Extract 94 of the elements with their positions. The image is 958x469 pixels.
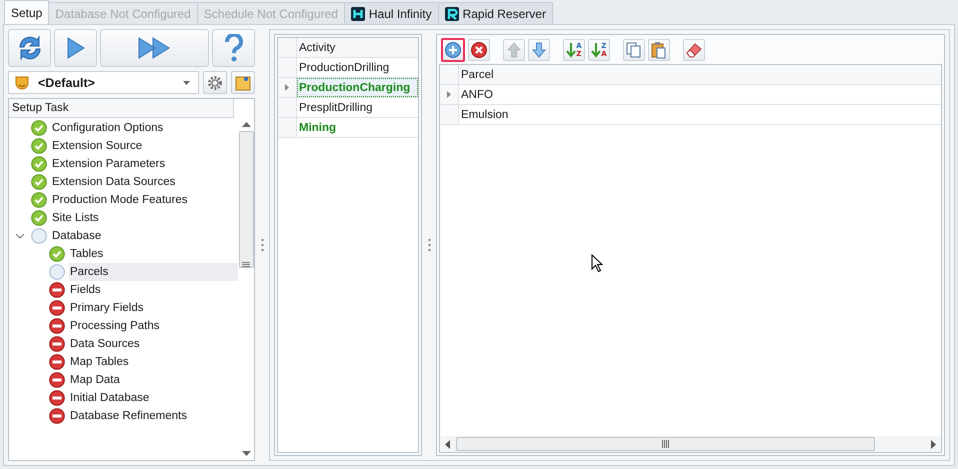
- table-cell[interactable]: Emulsion: [459, 105, 941, 124]
- tree-item[interactable]: Production Mode Features: [9, 191, 238, 209]
- checkmark-icon: [31, 138, 47, 154]
- play-icon: [66, 37, 84, 59]
- profile-dropdown[interactable]: <Default>: [8, 71, 199, 94]
- tab[interactable]: Haul Infinity: [344, 2, 439, 24]
- no-entry-icon: [49, 354, 65, 370]
- eraser-icon: [685, 40, 703, 58]
- tab[interactable]: Setup: [4, 0, 50, 24]
- table-cell[interactable]: PresplitDrilling: [297, 98, 418, 117]
- down-arrow-icon: [566, 40, 576, 58]
- tree-item[interactable]: Initial Database: [9, 389, 238, 407]
- checkmark-icon: [31, 192, 47, 208]
- table-cell[interactable]: ANFO: [459, 85, 941, 104]
- row-pointer-icon: [285, 84, 289, 91]
- row-pointer-icon: [447, 91, 451, 98]
- mask-icon: [14, 74, 30, 90]
- scroll-left-icon[interactable]: [445, 440, 450, 448]
- no-entry-icon: [49, 318, 65, 334]
- note-button[interactable]: [231, 71, 255, 94]
- down-arrow-icon: [591, 40, 602, 58]
- scroll-thumb[interactable]: [238, 131, 254, 268]
- tree-item[interactable]: Tables: [9, 245, 238, 263]
- checkmark-icon: [31, 120, 47, 136]
- help-icon: [224, 34, 244, 62]
- no-entry-icon: [49, 372, 65, 388]
- fast-forward-icon: [138, 37, 172, 59]
- app-logo-icon: [350, 6, 365, 20]
- table-cell[interactable]: Mining: [297, 118, 418, 137]
- horizontal-scrollbar[interactable]: [440, 436, 941, 452]
- checkmark-icon: [31, 174, 47, 190]
- no-entry-icon: [49, 390, 65, 406]
- paste-icon: [650, 40, 668, 58]
- column-header: Parcel: [460, 68, 495, 82]
- fast-forward-button[interactable]: [100, 29, 209, 67]
- plus-icon: [444, 40, 462, 58]
- checkmark-icon: [49, 246, 65, 262]
- tree-item[interactable]: Fields: [9, 281, 238, 299]
- row-indicator[interactable]: [440, 85, 459, 104]
- eraser-button[interactable]: [683, 38, 705, 60]
- no-entry-icon: [49, 408, 65, 424]
- scroll-right-icon[interactable]: [931, 440, 936, 448]
- table-cell[interactable]: ProductionCharging: [297, 78, 418, 97]
- tree-item[interactable]: Primary Fields: [9, 299, 238, 317]
- tree-item[interactable]: Extension Data Sources: [9, 173, 238, 191]
- play-button[interactable]: [54, 29, 97, 67]
- splitter-grip-icon[interactable]: [260, 239, 264, 251]
- app-logo-icon: [444, 6, 459, 20]
- refresh-button[interactable]: [8, 29, 51, 67]
- grip-icon: [662, 440, 670, 448]
- copy-button[interactable]: [623, 38, 645, 60]
- tree-item[interactable]: Processing Paths: [9, 317, 238, 335]
- note-icon: [235, 74, 251, 90]
- table-cell[interactable]: ProductionDrilling: [297, 58, 418, 77]
- settings-button[interactable]: [203, 71, 227, 94]
- row-indicator[interactable]: [278, 78, 297, 97]
- scroll-thumb[interactable]: [456, 437, 875, 451]
- up-arrow-icon: [505, 40, 523, 58]
- copy-icon: [625, 40, 643, 58]
- no-entry-icon: [49, 300, 65, 316]
- empty-circle-icon: [31, 228, 47, 244]
- grip-icon: [242, 262, 250, 267]
- splitter-grip-icon[interactable]: [428, 239, 430, 251]
- tree-item[interactable]: Database Refinements: [9, 407, 238, 425]
- paste-button[interactable]: [648, 38, 670, 60]
- tree-item[interactable]: Data Sources: [9, 335, 238, 353]
- add-button[interactable]: [441, 38, 465, 62]
- tree-item[interactable]: Database: [9, 227, 238, 245]
- column-header: Setup Task: [12, 102, 69, 114]
- tab[interactable]: Rapid Reserver: [438, 2, 553, 24]
- tree-item[interactable]: Configuration Options: [9, 119, 238, 137]
- tree-item[interactable]: Site Lists: [9, 209, 238, 227]
- no-entry-icon: [49, 282, 65, 298]
- close-icon: [470, 40, 488, 58]
- tree-item[interactable]: Extension Source: [9, 137, 238, 155]
- down-arrow-icon: [530, 40, 548, 58]
- move-down-button[interactable]: [528, 38, 550, 60]
- scroll-down-icon[interactable]: [242, 451, 250, 456]
- no-entry-icon: [49, 336, 65, 352]
- profile-value: <Default>: [38, 76, 96, 90]
- checkmark-icon: [31, 156, 47, 172]
- scroll-up-icon[interactable]: [242, 122, 250, 127]
- dropdown-arrow-icon: [183, 80, 190, 84]
- expand-chevron-icon[interactable]: [16, 234, 24, 238]
- empty-circle-icon: [49, 264, 65, 280]
- mouse-cursor-icon: [591, 254, 603, 272]
- delete-button[interactable]: [468, 38, 490, 60]
- checkmark-icon: [31, 210, 47, 226]
- tree-item[interactable]: Map Data: [9, 371, 238, 389]
- column-header: Activity: [298, 40, 336, 56]
- tree-item[interactable]: Extension Parameters: [9, 155, 238, 173]
- help-button[interactable]: [212, 29, 255, 67]
- tree-item[interactable]: Map Tables: [9, 353, 238, 371]
- gear-icon: [207, 74, 223, 90]
